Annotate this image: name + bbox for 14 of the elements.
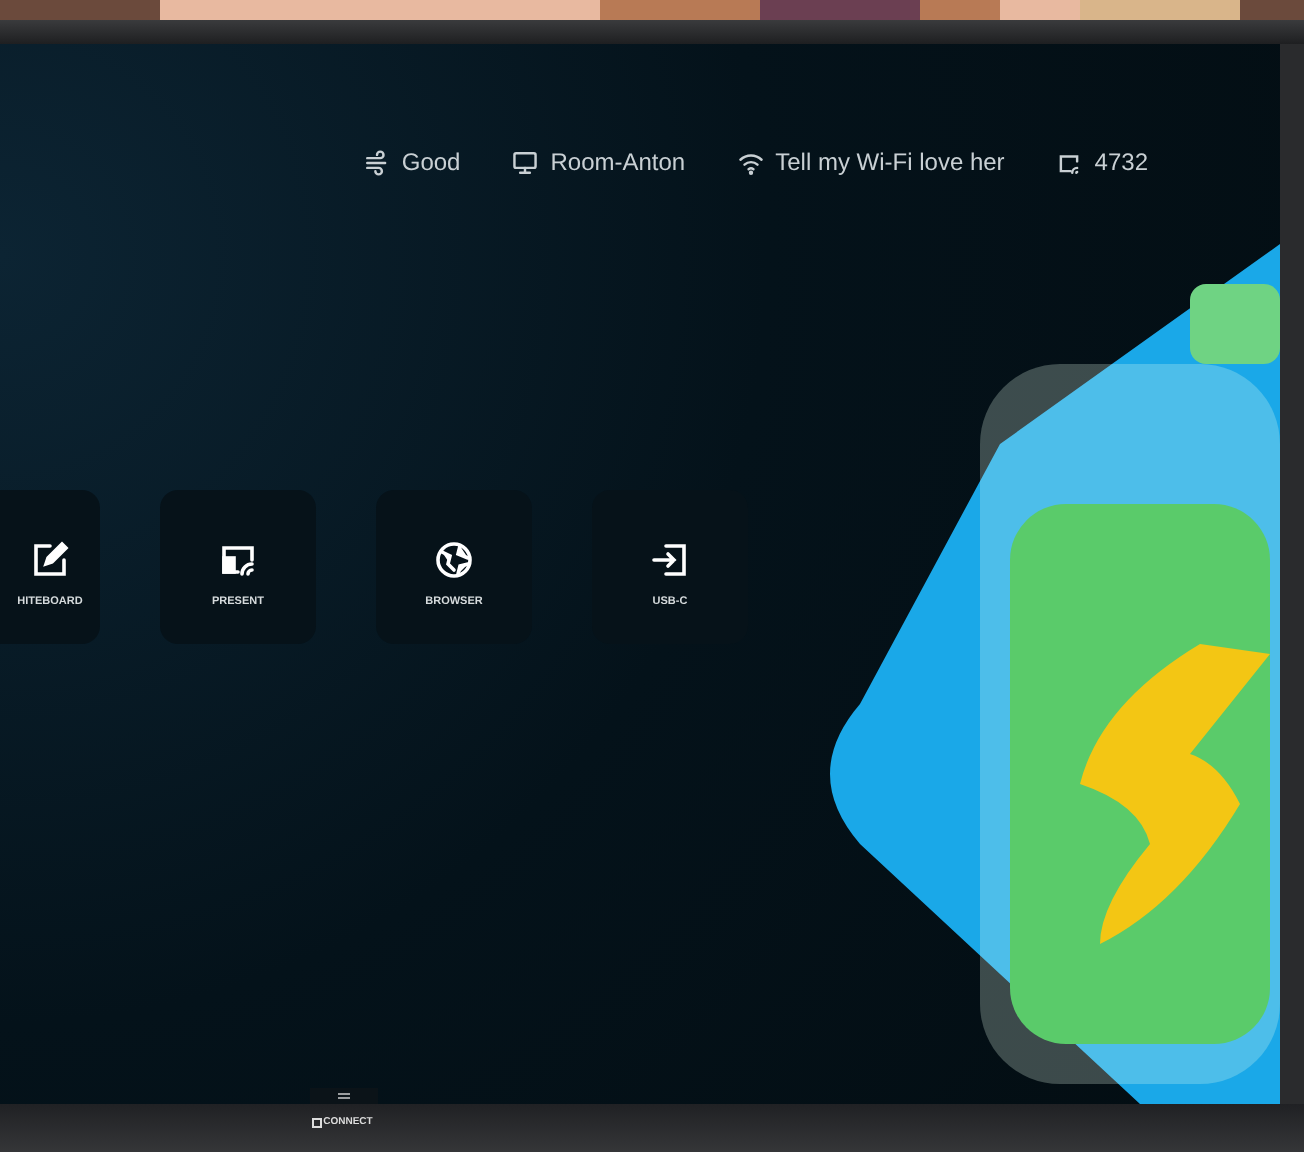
drawer-handle[interactable] xyxy=(310,1088,378,1104)
menu-icon xyxy=(338,1092,350,1100)
cast-icon xyxy=(1056,149,1083,175)
status-label: Room-Anton xyxy=(550,148,686,176)
monitor-icon xyxy=(512,149,539,175)
status-label: 4732 xyxy=(1094,148,1148,176)
globe-icon xyxy=(434,539,474,579)
wifi-icon xyxy=(737,149,764,175)
edit-icon xyxy=(30,539,70,579)
status-label: Good xyxy=(401,148,461,176)
login-icon xyxy=(650,539,690,579)
status-label: Tell my Wi-Fi love her xyxy=(775,148,1005,176)
wind-icon xyxy=(363,149,390,175)
logo-icon xyxy=(311,1117,322,1127)
